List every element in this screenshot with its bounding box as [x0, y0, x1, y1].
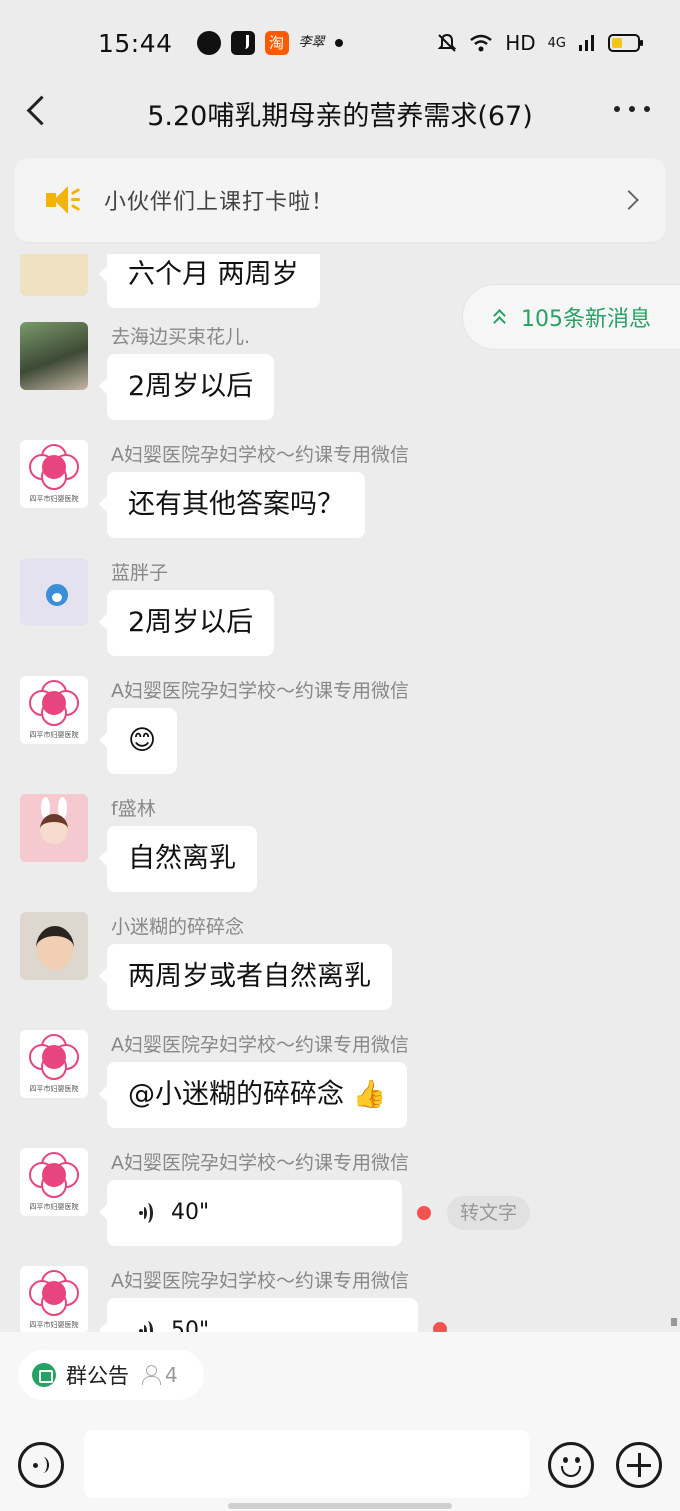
hospital-logo-icon	[29, 1270, 79, 1316]
doraemon-icon	[46, 584, 68, 606]
avatar[interactable]	[20, 322, 88, 390]
scrollbar[interactable]	[671, 1318, 677, 1326]
avatar[interactable]: 四平市妇婴医院	[20, 1148, 88, 1216]
group-announcement-button[interactable]: 群公告 4	[18, 1350, 204, 1400]
chat-title: 5.20哺乳期母亲的营养需求(67)	[147, 101, 533, 132]
voice-message-bubble[interactable]: 40"	[99, 1180, 402, 1246]
hospital-caption: 四平市妇婴医院	[29, 1203, 79, 1211]
unread-dot	[417, 1206, 431, 1220]
wifi-icon	[470, 34, 492, 52]
chat-message-list[interactable]: 六个月 两周岁 去海边买束花儿. 2周岁以后 四平市妇婴医院 A妇婴医院孕妇学校…	[0, 254, 680, 1332]
status-app-icons: 淘 李翠	[196, 31, 343, 55]
avatar[interactable]	[20, 558, 88, 626]
more-notifications-dot	[334, 39, 343, 47]
voice-message-bubble[interactable]: 50"	[99, 1298, 418, 1332]
battery-icon	[608, 34, 643, 52]
notice-text: 小伙伴们上课打卡啦！	[104, 190, 335, 215]
sender-name: A妇婴医院孕妇学校～约课专用微信	[111, 1152, 409, 1174]
avatar[interactable]: 四平市妇婴医院	[20, 676, 88, 744]
avatar[interactable]: 四平市妇婴医院	[20, 1266, 88, 1332]
member-count: 4	[165, 1363, 178, 1387]
new-messages-button[interactable]: 105条新消息	[462, 284, 680, 350]
more-options-button[interactable]	[614, 106, 650, 112]
location-icon	[196, 31, 221, 55]
emoji-message-bubble[interactable]: 😊	[98, 708, 178, 774]
avatar[interactable]	[20, 912, 88, 980]
hospital-caption: 四平市妇婴医院	[29, 495, 79, 503]
notice-bar[interactable]: 小伙伴们上课打卡啦！	[14, 158, 666, 242]
hospital-logo-icon	[29, 1034, 79, 1080]
voice-icon	[33, 1456, 53, 1476]
chevron-right-icon	[619, 190, 639, 210]
taobao-icon: 淘	[264, 31, 289, 55]
signal-icon	[579, 35, 594, 51]
announcement-label: 群公告	[66, 1364, 129, 1388]
message-bubble[interactable]: 自然离乳	[99, 826, 257, 892]
speaker-icon	[44, 185, 82, 215]
hospital-caption: 四平市妇婴医院	[29, 731, 79, 739]
voice-duration: 40"	[171, 1200, 210, 1225]
voice-duration: 50"	[171, 1318, 210, 1332]
message-bubble[interactable]: 2周岁以后	[98, 354, 275, 420]
hospital-logo-icon	[29, 680, 79, 726]
emoji-button[interactable]	[548, 1442, 594, 1488]
message-bubble[interactable]: 2周岁以后	[98, 590, 275, 656]
avatar[interactable]	[20, 794, 88, 862]
more-dot-icon	[629, 106, 635, 112]
hospital-logo-icon	[29, 444, 79, 490]
sender-name: A妇婴医院孕妇学校～约课专用微信	[111, 680, 409, 702]
home-indicator[interactable]	[228, 1503, 452, 1509]
sender-name: 蓝胖子	[111, 562, 169, 584]
mention-message-bubble[interactable]: @小迷糊的碎碎念 👍	[98, 1062, 408, 1128]
voice-input-button[interactable]	[18, 1442, 64, 1488]
new-messages-label: 105条新消息	[521, 307, 651, 332]
sender-name: f盛林	[111, 798, 156, 820]
mute-icon	[437, 33, 457, 52]
message-bubble[interactable]: 两周岁或者自然离乳	[99, 944, 392, 1010]
status-system-icons: HD 4G	[437, 31, 643, 55]
avatar[interactable]: 四平市妇婴医院	[20, 1030, 88, 1098]
message-bubble[interactable]: 还有其他答案吗？	[99, 472, 365, 538]
transcribe-button[interactable]: 转文字	[447, 1196, 531, 1230]
hospital-logo-icon	[29, 1152, 79, 1198]
double-chevron-up-icon	[493, 309, 507, 329]
more-actions-button[interactable]	[616, 1442, 662, 1488]
hospital-caption: 四平市妇婴医院	[29, 1321, 79, 1329]
announcement-icon	[32, 1363, 56, 1387]
more-dot-icon	[644, 106, 650, 112]
sender-name: 去海边买束花儿.	[111, 326, 251, 348]
status-bar: 15:44 淘 李翠 HD 4G	[0, 0, 680, 86]
signature-icon: 李翠	[298, 35, 325, 50]
voice-wave-icon	[139, 1202, 161, 1224]
message-bubble[interactable]: 六个月 两周岁	[99, 254, 320, 308]
chat-header: 5.20哺乳期母亲的营养需求(67)	[0, 86, 680, 136]
network-type: HD	[505, 31, 536, 55]
input-bar: 群公告 4	[0, 1332, 680, 1511]
member-icon	[141, 1365, 161, 1385]
tiktok-icon	[230, 31, 255, 55]
sender-name: A妇婴医院孕妇学校～约课专用微信	[111, 1270, 409, 1292]
hospital-caption: 四平市妇婴医院	[29, 1085, 79, 1093]
sender-name: A妇婴医院孕妇学校～约课专用微信	[111, 444, 409, 466]
unread-dot	[433, 1322, 447, 1332]
status-time: 15:44	[98, 28, 173, 58]
sender-name: A妇婴医院孕妇学校～约课专用微信	[111, 1034, 409, 1056]
avatar[interactable]: 四平市妇婴医院	[20, 440, 88, 508]
sender-name: 小迷糊的碎碎念	[111, 916, 245, 938]
message-input[interactable]	[84, 1430, 529, 1498]
emoji-icon	[563, 1457, 568, 1463]
more-dot-icon	[614, 106, 620, 112]
avatar[interactable]	[20, 254, 88, 296]
voice-wave-icon	[139, 1320, 161, 1332]
cell-type: 4G	[547, 35, 566, 51]
